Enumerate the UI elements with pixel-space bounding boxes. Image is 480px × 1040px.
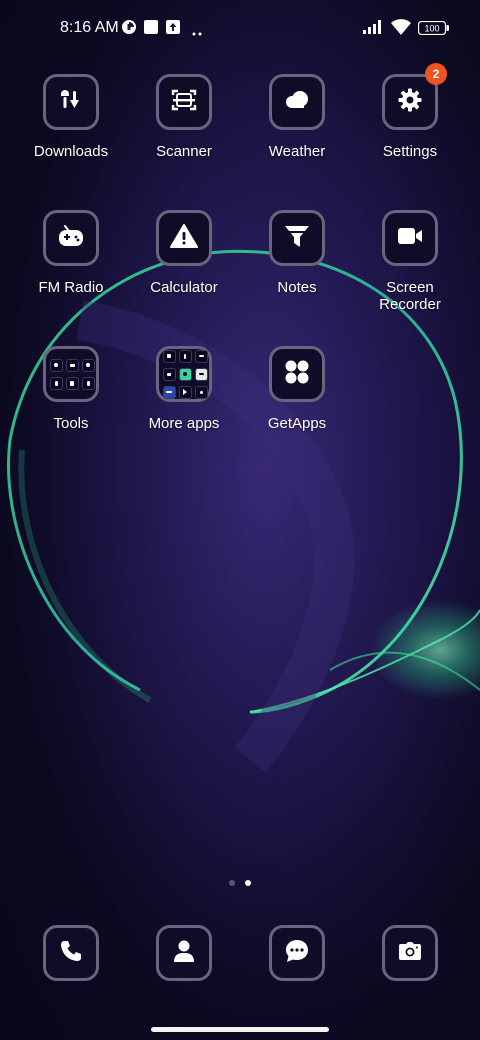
app-notes[interactable]: Notes [241, 210, 353, 296]
app-label: Downloads [33, 143, 109, 160]
folder-icon [162, 349, 208, 399]
dock-messages[interactable] [241, 925, 353, 981]
app-label: Tools [53, 415, 89, 432]
app-tile[interactable] [269, 346, 325, 402]
page-indicator [0, 880, 480, 888]
app-tile[interactable] [43, 210, 99, 266]
radio-icon [57, 224, 85, 253]
camera-icon [398, 940, 422, 967]
mini-app-icon [65, 376, 79, 390]
app-tile[interactable] [382, 210, 438, 266]
getapps-icon [284, 359, 310, 390]
app-weather[interactable]: Weather [241, 74, 353, 160]
dock-camera[interactable] [354, 925, 466, 981]
app-label: Notes [277, 279, 317, 296]
folder-icon [49, 358, 95, 390]
app-tile[interactable] [269, 210, 325, 266]
mini-app-icon [49, 358, 63, 372]
app-downloads[interactable]: Downloads [15, 74, 127, 160]
mini-app-icon [178, 385, 192, 399]
mini-app-icon [194, 385, 208, 399]
home-gesture-bar[interactable] [151, 1027, 329, 1032]
mini-app-icon [81, 376, 95, 390]
mini-app-icon [49, 376, 63, 390]
app-tile[interactable] [269, 74, 325, 130]
app-screen-recorder[interactable]: Screen Recorder [354, 210, 466, 313]
mini-app-icon [178, 367, 192, 381]
mini-app-icon [162, 367, 176, 381]
dock-phone[interactable] [15, 925, 127, 981]
mini-app-icon [194, 367, 208, 381]
app-label: GetApps [267, 415, 327, 432]
contacts-icon [172, 938, 196, 969]
gear-icon [397, 87, 423, 118]
app-tile[interactable] [156, 210, 212, 266]
app-tile[interactable] [156, 74, 212, 130]
app-folder-tools[interactable]: Tools [15, 346, 127, 432]
app-fm-radio[interactable]: FM Radio [15, 210, 127, 296]
downloads-icon [58, 87, 84, 118]
notes-icon [283, 223, 311, 254]
mini-app-icon [178, 349, 192, 363]
app-label: Scanner [156, 143, 212, 160]
mini-app-icon [162, 349, 176, 363]
app-label: Settings [382, 143, 438, 160]
app-tile[interactable] [43, 74, 99, 130]
video-camera-icon [396, 226, 424, 251]
app-label: More apps [148, 415, 220, 432]
scanner-icon [171, 88, 197, 117]
app-tile[interactable]: 2 [382, 63, 447, 130]
messages-icon [284, 938, 310, 969]
app-label: Weather [268, 143, 326, 160]
notification-badge: 2 [425, 63, 447, 85]
mini-app-icon [194, 349, 208, 363]
app-tile[interactable] [156, 925, 212, 981]
app-settings[interactable]: 2 Settings [354, 63, 466, 160]
page-dot-active[interactable] [245, 880, 251, 886]
phone-icon [59, 939, 83, 968]
page-dot[interactable] [229, 880, 235, 886]
app-getapps[interactable]: GetApps [241, 346, 353, 432]
dock [0, 920, 480, 990]
app-scanner[interactable]: Scanner [128, 74, 240, 160]
folder-tile[interactable] [156, 346, 212, 402]
app-tile[interactable] [43, 925, 99, 981]
dock-contacts[interactable] [128, 925, 240, 981]
app-calculator[interactable]: Calculator [128, 210, 240, 296]
calculator-icon [170, 223, 198, 253]
app-label: Calculator [150, 279, 218, 296]
folder-tile[interactable] [43, 346, 99, 402]
mini-app-icon [162, 385, 176, 399]
mini-app-icon [65, 358, 79, 372]
app-folder-more-apps[interactable]: More apps [128, 346, 240, 432]
app-tile[interactable] [382, 925, 438, 981]
weather-icon [283, 90, 311, 115]
app-label: FM Radio [38, 279, 104, 296]
app-label: Screen Recorder [379, 279, 441, 313]
mini-app-icon [81, 358, 95, 372]
app-tile[interactable] [269, 925, 325, 981]
